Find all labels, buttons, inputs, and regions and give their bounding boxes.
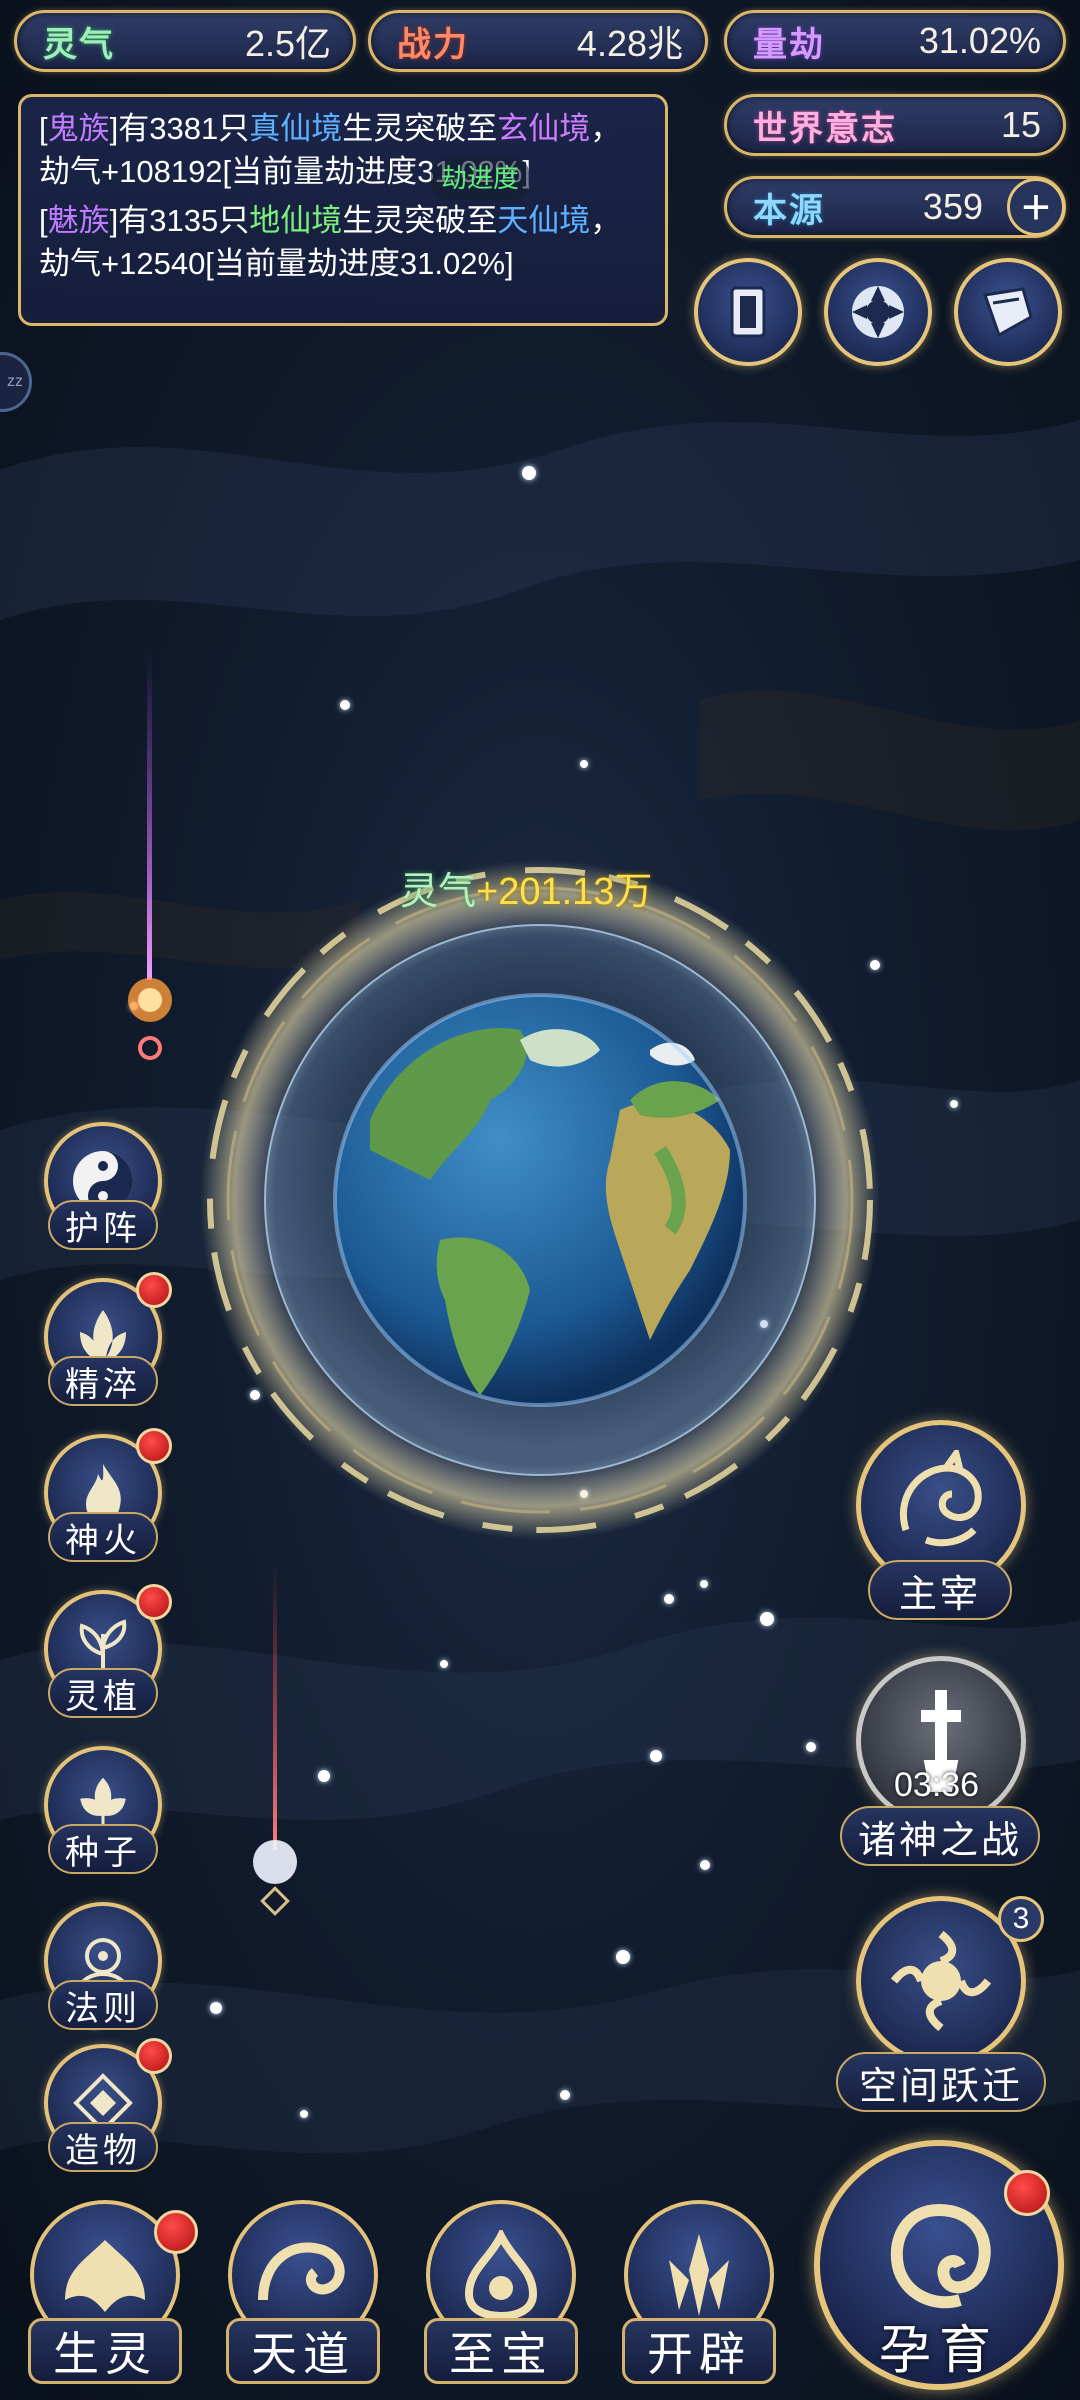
alert-dot	[136, 1584, 172, 1620]
skill-jingcui[interactable]: 精淬	[38, 1272, 172, 1410]
nav-zhibao[interactable]: 至宝	[416, 2200, 586, 2400]
zhanli-label: 战力	[397, 26, 469, 64]
side-pull-tab[interactable]: zz	[0, 352, 32, 412]
skill-label: 护阵	[48, 1200, 158, 1250]
skill-label: 灵植	[48, 1668, 158, 1718]
skill-zhongzi[interactable]: 种子	[38, 1746, 170, 1878]
benyuan-value: 359	[922, 186, 983, 227]
skill-label: 造物	[48, 2122, 158, 2172]
skill-huzhen[interactable]: 护阵	[38, 1122, 170, 1254]
skill-label: 种子	[48, 1824, 158, 1874]
card-button[interactable]	[694, 258, 802, 366]
liangjie-stat[interactable]: 量劫 31.02%	[724, 10, 1066, 72]
vortex-button[interactable]	[824, 258, 932, 366]
nav-kaipi[interactable]: 开辟	[614, 2200, 784, 2400]
kongjian-button[interactable]: 3 空间跃迁	[836, 1896, 1046, 2116]
zhuzai-button[interactable]: 主宰	[840, 1420, 1040, 1630]
lingqi-label: 灵气	[43, 26, 115, 64]
log-clan: 鬼族	[47, 111, 110, 146]
nav-label: 开辟	[622, 2318, 776, 2384]
log-realm: 真仙境	[249, 111, 343, 146]
alert-dot	[136, 1428, 172, 1464]
nav-label: 天道	[226, 2318, 380, 2384]
kongjian-label: 空间跃迁	[836, 2052, 1046, 2112]
skill-lingzhi[interactable]: 灵植	[38, 1584, 172, 1722]
shijie-value: 15	[1000, 104, 1041, 145]
liangjie-value: 31.02%	[918, 20, 1041, 61]
log-target: 天仙境	[497, 203, 591, 238]
nav-yunyu[interactable]: 孕育	[808, 2140, 1070, 2400]
skill-zaowu[interactable]: 造物	[38, 2038, 172, 2176]
nav-yunyu-label: 孕育	[878, 2322, 999, 2380]
skill-faze[interactable]: 法则	[38, 1902, 170, 2034]
add-benyuan-button[interactable]: +	[1007, 178, 1065, 236]
shijie-label: 世界意志	[753, 110, 897, 148]
alert-dot	[136, 2038, 172, 2074]
liangjie-label: 量劫	[753, 26, 825, 64]
log-clan: 魅族	[47, 203, 110, 238]
purple-meteor	[128, 650, 172, 1060]
zhushen-label: 诸神之战	[840, 1806, 1040, 1866]
nav-label: 至宝	[424, 2318, 578, 2384]
lingqi-stat: 灵气 2.5亿	[14, 10, 356, 72]
alert-dot	[1004, 2170, 1050, 2216]
zhushen-button[interactable]: 03:36 诸神之战	[840, 1656, 1040, 1866]
lingqi-gain-popup: 灵气+201.13万	[400, 871, 653, 913]
benyuan-stat: 本源 359 +	[724, 176, 1066, 238]
benyuan-label: 本源	[753, 192, 825, 230]
kongjian-count-badge: 3	[998, 1896, 1044, 1942]
lingqi-value: 2.5亿	[244, 23, 331, 64]
event-log-panel[interactable]: [鬼族]有3381只真仙境生灵突破至玄仙境，劫气+108192[当前量劫进度31…	[18, 94, 668, 326]
alert-dot	[136, 1272, 172, 1308]
vortex-icon	[852, 286, 904, 338]
skill-label: 神火	[48, 1512, 158, 1562]
zhanli-stat: 战力 4.28兆	[368, 10, 708, 72]
log-progress-overlay: 劫进度	[431, 157, 530, 200]
alert-dot	[154, 2210, 198, 2254]
nav-tiandao[interactable]: 天道	[218, 2200, 388, 2400]
planet-world[interactable]	[190, 850, 890, 1550]
card-icon	[730, 286, 766, 338]
log-target: 玄仙境	[497, 111, 591, 146]
skill-label: 法则	[48, 1980, 158, 2030]
nav-label: 生灵	[28, 2318, 182, 2384]
shijie-stat[interactable]: 世界意志 15	[724, 94, 1066, 156]
zhuzai-label: 主宰	[868, 1560, 1012, 1620]
log-entry: [魅族]有3135只地仙境生灵突破至天仙境，劫气+12540[当前量劫进度31.…	[39, 203, 622, 281]
log-realm: 地仙境	[249, 203, 343, 238]
zhanli-value: 4.28兆	[576, 23, 683, 64]
skill-shenhuo[interactable]: 神火	[38, 1428, 172, 1566]
log-entry: [鬼族]有3381只真仙境生灵突破至玄仙境，劫气+108192[当前量劫进度31…	[39, 111, 622, 189]
scroll-icon	[982, 287, 1033, 338]
scroll-button[interactable]	[954, 258, 1062, 366]
red-meteor	[253, 1560, 297, 1916]
nav-shengling[interactable]: 生灵	[20, 2200, 198, 2400]
zhushen-timer: 03:36	[894, 1766, 980, 1804]
skill-label: 精淬	[48, 1356, 158, 1406]
